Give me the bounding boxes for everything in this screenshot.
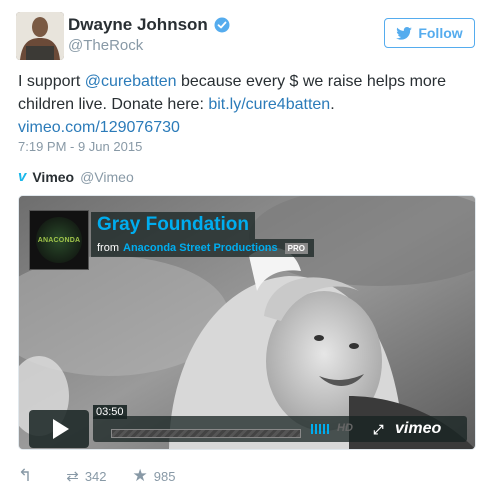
video-card[interactable]: ANACONDA Gray Foundation from Anaconda S… [18, 195, 476, 450]
star-icon: ★ [132, 466, 148, 485]
retweet-count: 342 [84, 468, 107, 484]
video-byline: from Anaconda Street Productions PRO [91, 239, 314, 257]
retweet-icon: ⇄ [66, 468, 79, 485]
tweet-text-part-1: I support [18, 73, 85, 90]
follow-button-label: Follow [418, 25, 463, 41]
play-icon [53, 419, 69, 439]
pro-badge: PRO [284, 242, 308, 254]
vimeo-link[interactable]: vimeo.com/129076730 [18, 119, 180, 136]
volume-icon[interactable] [311, 424, 329, 434]
player-controls: HD ⤢ vimeo [93, 416, 467, 442]
progress-bar[interactable] [111, 429, 301, 438]
avatar-image [16, 12, 64, 60]
avatar[interactable] [16, 12, 64, 60]
tweet-actions: ↰ ⇄ 342 ★ 985 [18, 466, 175, 486]
follow-button[interactable]: Follow [384, 18, 475, 48]
anaconda-logo: ANACONDA [36, 217, 82, 263]
author-display-name[interactable]: Dwayne Johnson [68, 15, 208, 35]
author-handle[interactable]: @TheRock [68, 37, 143, 54]
donate-link[interactable]: bit.ly/cure4batten [208, 96, 330, 113]
retweet-button[interactable]: ⇄ 342 [66, 467, 106, 485]
source-name[interactable]: Vimeo [32, 169, 74, 185]
channel-logo[interactable]: ANACONDA [29, 210, 89, 270]
fullscreen-icon[interactable]: ⤢ [373, 422, 383, 438]
hd-toggle[interactable]: HD [337, 422, 353, 434]
reply-icon: ↰ [18, 466, 33, 485]
video-title[interactable]: Gray Foundation [91, 212, 255, 239]
byline-prefix: from [97, 242, 119, 254]
favorite-button[interactable]: ★ 985 [133, 466, 176, 486]
author-name-row: Dwayne Johnson [68, 15, 230, 35]
tweet-text: I support @curebatten because every $ we… [18, 73, 447, 136]
byline-author-link[interactable]: Anaconda Street Productions [123, 242, 278, 254]
reply-button[interactable]: ↰ [18, 466, 32, 486]
play-button[interactable] [29, 410, 89, 448]
card-source: v Vimeo @Vimeo [18, 168, 134, 185]
mention-link[interactable]: @curebatten [85, 73, 177, 90]
twitter-bird-icon [396, 26, 413, 40]
favorite-count: 985 [153, 468, 176, 484]
tweet-timestamp[interactable]: 7:19 PM - 9 Jun 2015 [18, 139, 142, 154]
vimeo-brand-link[interactable]: vimeo [395, 420, 441, 438]
verified-badge-icon [214, 17, 230, 33]
vimeo-logo-icon: v [18, 168, 27, 185]
source-handle[interactable]: @Vimeo [80, 169, 134, 185]
